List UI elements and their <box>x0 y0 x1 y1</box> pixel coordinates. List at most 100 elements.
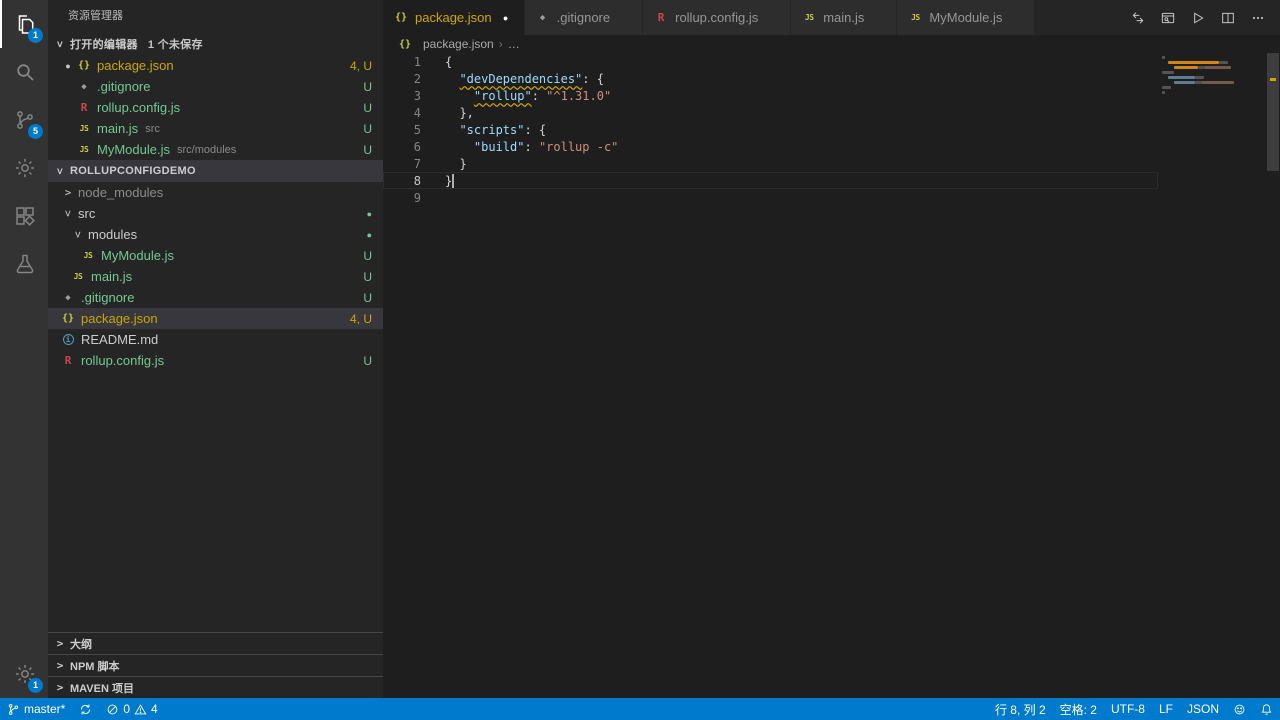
minimap-token <box>1162 71 1174 74</box>
gitignore-file-icon: ◆ <box>81 81 87 92</box>
status-item-language-mode[interactable]: JSON <box>1180 698 1226 720</box>
tab--gitignore[interactable]: ◆ .gitignore <box>524 0 643 35</box>
breadcrumb[interactable]: {} package.json ›… <box>383 35 1280 53</box>
section-NPM 脚本[interactable]: > NPM 脚本 <box>48 654 383 676</box>
file-item[interactable]: Rrollup.config.js U <box>48 350 383 371</box>
activity-item-settings[interactable] <box>0 144 48 192</box>
minimap[interactable] <box>1162 56 1264 101</box>
activity-badge: 1 <box>28 28 43 43</box>
activity-bar: 1 5 1 <box>0 0 48 698</box>
file-label: package.json <box>81 311 158 326</box>
open-preview-button[interactable] <box>1160 10 1176 26</box>
status-label: LF <box>1158 702 1173 716</box>
status-item-encoding[interactable]: UTF-8 <box>1104 698 1152 720</box>
chevron-down-icon: > <box>71 231 85 238</box>
explorer-sidebar: 资源管理器 > 打开的编辑器 1 个未保存 ● {} package.json 4, … <box>48 0 383 698</box>
section-MAVEN 项目[interactable]: > MAVEN 项目 <box>48 676 383 698</box>
minimap-token <box>1162 91 1165 94</box>
status-item-sync[interactable] <box>72 698 99 720</box>
git-decoration: 4, U <box>349 311 372 326</box>
chevron-down-icon: > <box>53 167 67 175</box>
status-item-git-branch[interactable]: master* <box>0 698 72 720</box>
git-decoration: ● <box>366 208 372 219</box>
file-label: .gitignore <box>81 290 135 305</box>
file-item[interactable]: ◆ .gitignore U <box>48 287 383 308</box>
warning-squiggle-token: "rollup" <box>473 88 532 103</box>
rollup-file-icon: R <box>657 11 665 24</box>
file-item[interactable]: i README.md <box>48 329 383 350</box>
search-icon <box>13 60 37 84</box>
open-editor-item[interactable]: JS main.js src U <box>48 118 383 139</box>
code-line[interactable]: 7 } <box>383 155 1158 172</box>
open-editor-item[interactable]: JS MyModule.js src/modules U <box>48 139 383 160</box>
file-item[interactable]: JS main.js U <box>48 266 383 287</box>
activity-item-search[interactable] <box>0 48 48 96</box>
code-line[interactable]: 4 }, <box>383 104 1158 121</box>
status-count: 4 <box>151 702 158 716</box>
scrollbar-thumb[interactable] <box>1267 53 1279 171</box>
breadcrumb-symbol[interactable]: … <box>508 37 520 51</box>
chevron-right-icon: > <box>56 637 64 650</box>
code-line[interactable]: 1{ <box>383 53 1158 70</box>
section-大纲[interactable]: > 大纲 <box>48 632 383 654</box>
line-content: { <box>445 55 452 69</box>
workspace-section-header[interactable]: > ROLLUPCONFIGDEMO <box>48 160 383 182</box>
status-item-problems[interactable]: 04 <box>99 698 164 720</box>
run-code-button[interactable] <box>1190 10 1206 26</box>
status-item-indentation[interactable]: 空格: 2 <box>1053 698 1104 720</box>
status-item-cursor-position[interactable]: 行 8, 列 2 <box>988 698 1053 720</box>
file-label: rollup.config.js <box>97 100 181 115</box>
warning-squiggle-token: "devDependencies" <box>459 71 583 86</box>
open-editor-item[interactable]: ● {} package.json 4, U <box>48 55 383 76</box>
minimap-token <box>1174 81 1195 84</box>
open-editor-item[interactable]: Rrollup.config.js U <box>48 97 383 118</box>
code-line[interactable]: 3 "rollup": "^1.31.0" <box>383 87 1158 104</box>
open-editors-header[interactable]: > 打开的编辑器 1 个未保存 <box>48 33 383 55</box>
code-token: } <box>445 156 467 171</box>
tab-rollup-config-js[interactable]: Rrollup.config.js <box>643 0 791 35</box>
open-editors-label: 打开的编辑器 <box>70 39 138 51</box>
breadcrumb-file[interactable]: package.json <box>423 37 494 51</box>
extensions-icon <box>13 204 37 228</box>
folder-item[interactable]: > modules ● <box>48 224 383 245</box>
folder-item[interactable]: > src ● <box>48 203 383 224</box>
open-changes-button[interactable] <box>1130 10 1146 26</box>
folder-item[interactable]: > node_modules <box>48 182 383 203</box>
file-label: node_modules <box>78 185 164 200</box>
status-item-feedback[interactable] <box>1226 698 1253 720</box>
file-item[interactable]: JS MyModule.js U <box>48 245 383 266</box>
code-line[interactable]: 9 <box>383 189 1158 206</box>
activity-item-extensions[interactable] <box>0 192 48 240</box>
status-label: 行 8, 列 2 <box>994 702 1046 717</box>
chevron-right-icon: > <box>56 659 64 672</box>
status-item-eol[interactable]: LF <box>1152 698 1180 720</box>
sidebar-title: 资源管理器 <box>68 10 123 22</box>
open-editor-item[interactable]: ◆ .gitignore U <box>48 76 383 97</box>
activity-item-explorer[interactable]: 1 <box>0 0 48 48</box>
tab-main-js[interactable]: JS main.js <box>791 0 897 35</box>
error-icon <box>106 703 119 716</box>
code-editor[interactable]: 1{2 "devDependencies": {3 "rollup": "^1.… <box>383 53 1158 206</box>
code-line[interactable]: 8} <box>383 172 1158 189</box>
file-item[interactable]: {} package.json 4, U <box>48 308 383 329</box>
minimap-line <box>1162 61 1264 64</box>
git-decoration: U <box>363 79 372 94</box>
vertical-scrollbar[interactable] <box>1266 53 1280 698</box>
tab-package-json[interactable]: {} package.json ● <box>383 0 524 35</box>
code-line[interactable]: 6 "build": "rollup -c" <box>383 138 1158 155</box>
more-actions-button[interactable] <box>1250 10 1266 26</box>
code-line[interactable]: 2 "devDependencies": { <box>383 70 1158 87</box>
tab-MyModule-js[interactable]: JS MyModule.js <box>897 0 1035 35</box>
code-line[interactable]: 5 "scripts": { <box>383 121 1158 138</box>
status-item-notifications[interactable] <box>1253 698 1280 720</box>
tab-bar: {} package.json ● ◆ .gitignore Rrollup.config… <box>383 0 1280 35</box>
activity-item-manage[interactable]: 1 <box>0 650 48 698</box>
git-decoration: U <box>363 248 372 263</box>
activity-item-test-explorer[interactable] <box>0 240 48 288</box>
activity-item-source-control[interactable]: 5 <box>0 96 48 144</box>
gitignore-file-icon: ◆ <box>65 292 71 303</box>
split-editor-button[interactable] <box>1220 10 1236 26</box>
gear-icon <box>13 156 37 180</box>
git-decoration: U <box>363 100 372 115</box>
